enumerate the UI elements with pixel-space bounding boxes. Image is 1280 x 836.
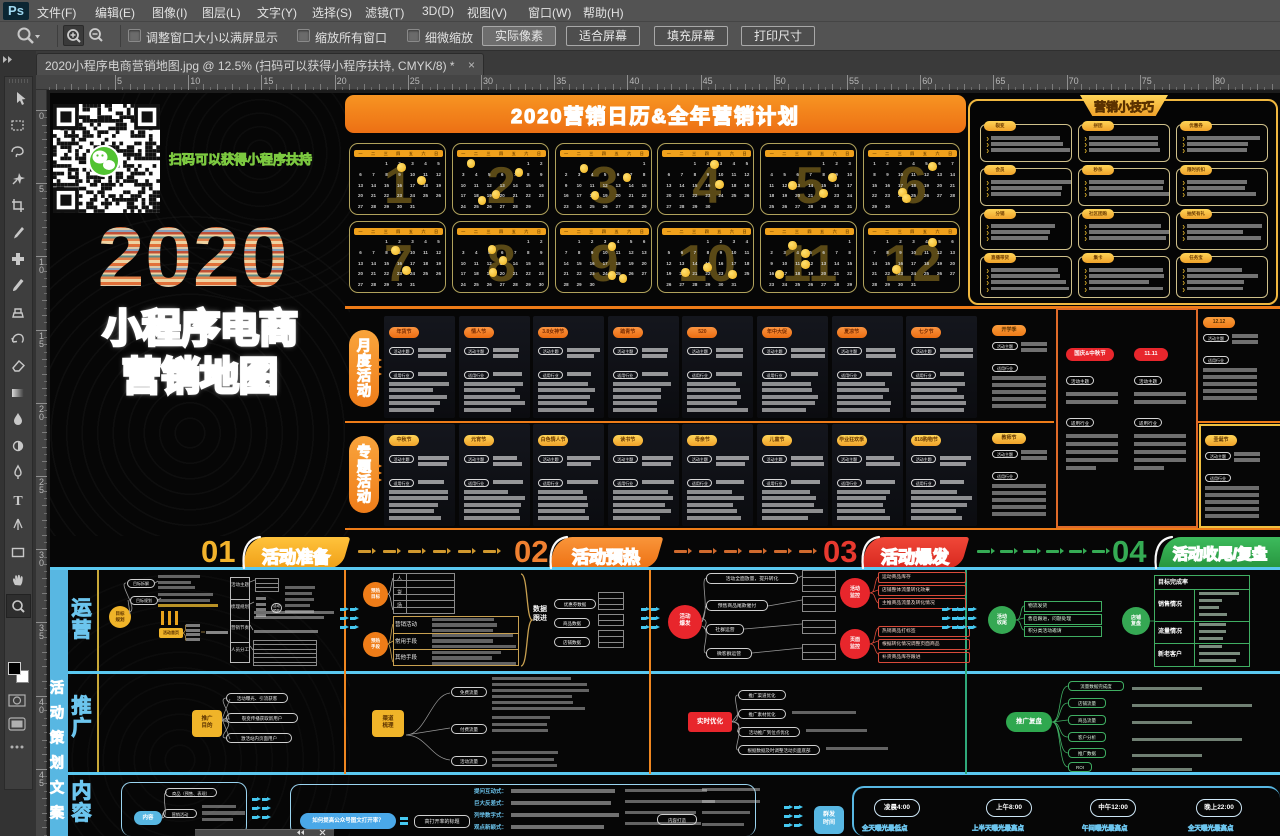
svg-text:T: T: [13, 494, 23, 508]
